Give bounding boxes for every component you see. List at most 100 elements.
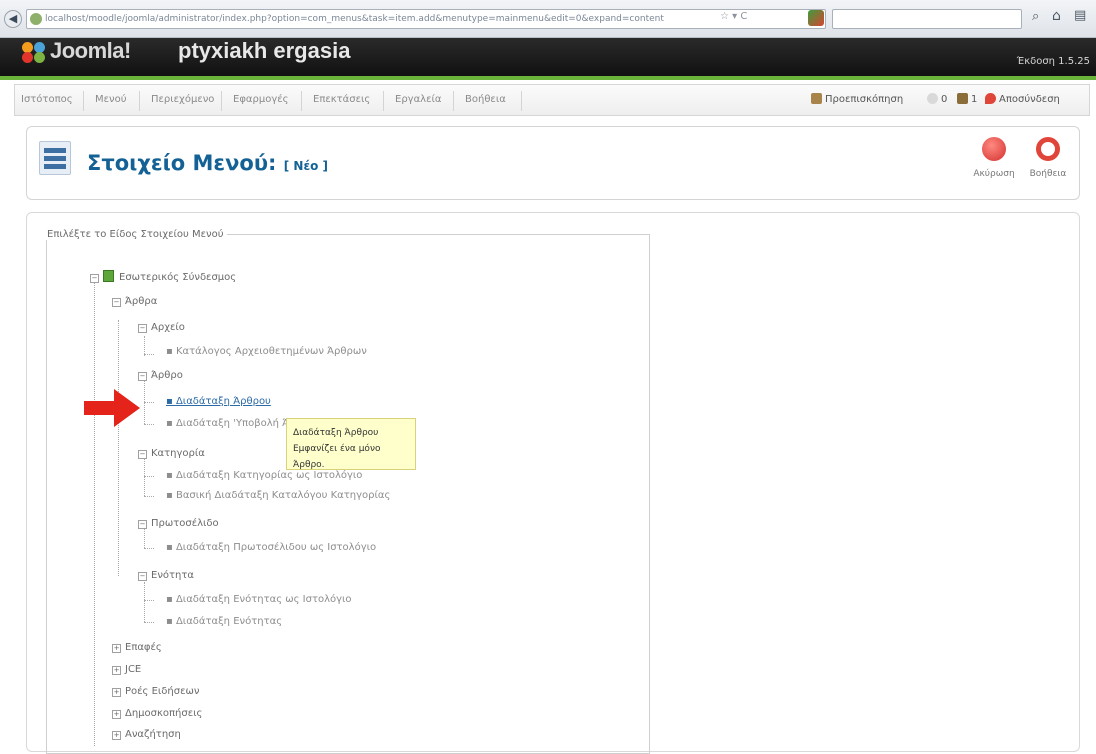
tree-root-internal-link[interactable]: − Εσωτερικός Σύνδεσμος [90,270,236,283]
menu-divider [301,91,302,111]
logout-link[interactable]: Αποσύνδεση [985,93,1060,105]
tree-node-newsfeeds[interactable]: + Ροές Ειδήσεων [112,686,199,697]
page-title: Στοιχείο Μενού: [ Νέο ] [87,151,329,175]
leaf-bullet-icon: ▪ [166,616,176,627]
menu-divider [521,91,522,111]
menu-help[interactable]: Βοήθεια [465,94,506,105]
tree-connector [144,548,154,549]
tree-connector [144,458,145,496]
expand-icon[interactable]: + [112,666,121,675]
leaf-bullet-icon: ▪ [166,396,176,407]
collapse-icon[interactable]: − [112,298,121,307]
tree-leaf-section-blog[interactable]: ▪ Διαδάταξη Ενότητας ως Ιστολόγιο [166,594,352,605]
menu-tools[interactable]: Εργαλεία [395,94,441,105]
tree-node-search[interactable]: + Αναζήτηση [112,729,181,740]
messages-icon [927,93,938,104]
tree-leaf-section-layout[interactable]: ▪ Διαδάταξη Ενότητας [166,616,282,627]
logout-icon [985,93,996,104]
menu-menus[interactable]: Μενού [95,94,127,105]
joomla-brand: Joomla! [50,38,131,63]
addon-icon[interactable] [808,10,824,26]
tooltip-title: Διαδάταξη Άρθρου [293,428,379,438]
messages-indicator[interactable]: 0 [927,93,947,105]
menu-divider [383,91,384,111]
bookmarks-icon[interactable]: ▤ [1074,8,1086,23]
fieldset-legend: Επιλέξτε το Είδος Στοιχείου Μενού [44,229,227,240]
site-name: ptyxiakh ergasia [178,38,351,63]
tooltip: Διαδάταξη Άρθρου Εμφανίζει ένα μόνο Άρθρ… [286,418,416,470]
menu-content[interactable]: Περιεχόμενο [151,94,214,105]
collapse-icon[interactable]: − [138,372,147,381]
admin-header: Joomla! ptyxiakh ergasia Έκδοση 1.5.25 [0,38,1096,80]
tree-node-contacts[interactable]: + Επαφές [112,642,162,653]
tree-connector [144,354,154,355]
collapse-icon[interactable]: − [138,450,147,459]
collapse-icon[interactable]: − [138,520,147,529]
menu-extensions[interactable]: Επεκτάσεις [313,94,370,105]
tree-leaf-frontpage-blog[interactable]: ▪ Διαδάταξη Πρωτοσέλιδου ως Ιστολόγιο [166,542,376,553]
collapse-icon[interactable]: − [138,572,147,581]
search-icon[interactable]: ⌕ [1032,9,1039,24]
expand-icon[interactable]: + [112,731,121,740]
tree-connector [144,600,154,601]
site-identity-icon[interactable] [30,13,42,25]
tree-node-category[interactable]: − Κατηγορία [138,448,205,459]
expand-icon[interactable]: + [112,710,121,719]
search-input[interactable] [832,9,1022,29]
tree-node-articles[interactable]: − Άρθρα [112,296,157,307]
tree-leaf-article-layout[interactable]: ▪ Διαδάταξη Άρθρου [166,396,271,407]
tree-node-frontpage[interactable]: − Πρωτοσέλιδο [138,518,219,529]
cancel-icon [982,137,1006,161]
users-indicator[interactable]: 1 [957,93,977,105]
tree-connector [144,476,154,477]
menu-components[interactable]: Εφαρμογές [233,94,289,105]
tree-connector [144,582,145,622]
browser-toolbar: ◀ localhost/moodle/joomla/administrator/… [0,0,1096,38]
tree-connector [144,336,145,356]
tree-leaf-archive-list[interactable]: ▪ Κατάλογος Αρχειοθετημένων Άρθρων [166,346,367,357]
tree-connector [94,276,95,746]
leaf-bullet-icon: ▪ [166,542,176,553]
page-title-status: [ Νέο ] [283,159,329,173]
menu-item-icon [39,141,71,175]
toolbar-box: Στοιχείο Μενού: [ Νέο ] Ακύρωση Βοήθεια [26,126,1080,200]
tree-node-archive[interactable]: − Αρχείο [138,322,185,333]
home-icon[interactable]: ⌂ [1052,8,1061,24]
tree-node-article[interactable]: − Άρθρο [138,370,183,381]
red-pointer-arrow-icon [84,389,140,427]
menu-divider [453,91,454,111]
preview-link[interactable]: Προεπισκόπηση [811,93,903,105]
help-button[interactable]: Βοήθεια [1023,135,1073,195]
collapse-icon[interactable]: − [138,324,147,333]
folder-icon [103,270,114,282]
expand-icon[interactable]: + [112,688,121,697]
url-bar[interactable]: localhost/moodle/joomla/administrator/in… [26,9,826,29]
tree-connector [144,622,154,623]
preview-icon [811,93,822,104]
help-lifebuoy-icon [1036,137,1060,161]
tree-connector [144,378,145,424]
tree-connector [144,424,154,425]
leaf-bullet-icon: ▪ [166,346,176,357]
tree-leaf-category-table[interactable]: ▪ Βασική Διαδάταξη Καταλόγου Κατηγορίας [166,490,390,501]
menu-divider [83,91,84,111]
admin-menubar: Ιστότοπος Μενού Περιεχόμενο Εφαρμογές Επ… [14,84,1090,116]
tree-node-polls[interactable]: + Δημοσκοπήσεις [112,708,202,719]
tree-node-section[interactable]: − Ενότητα [138,570,194,581]
url-bar-tools[interactable]: ☆ ▾ C [720,11,747,22]
menu-site[interactable]: Ιστότοπος [21,94,73,105]
cancel-button[interactable]: Ακύρωση [969,135,1019,195]
collapse-icon[interactable]: − [90,274,99,283]
leaf-bullet-icon: ▪ [166,490,176,501]
menu-divider [221,91,222,111]
leaf-bullet-icon: ▪ [166,418,176,429]
expand-icon[interactable]: + [112,644,121,653]
version-text: Έκδοση 1.5.25 [1016,56,1090,67]
tooltip-text: Εμφανίζει ένα μόνο Άρθρο. [293,444,381,470]
url-text: localhost/moodle/joomla/administrator/in… [45,14,664,24]
back-arrow-icon[interactable]: ◀ [4,10,22,28]
tree-connector [144,496,154,497]
tree-connector [144,528,145,548]
tree-node-jce[interactable]: + JCE [112,664,141,675]
tree-connector [118,320,119,576]
